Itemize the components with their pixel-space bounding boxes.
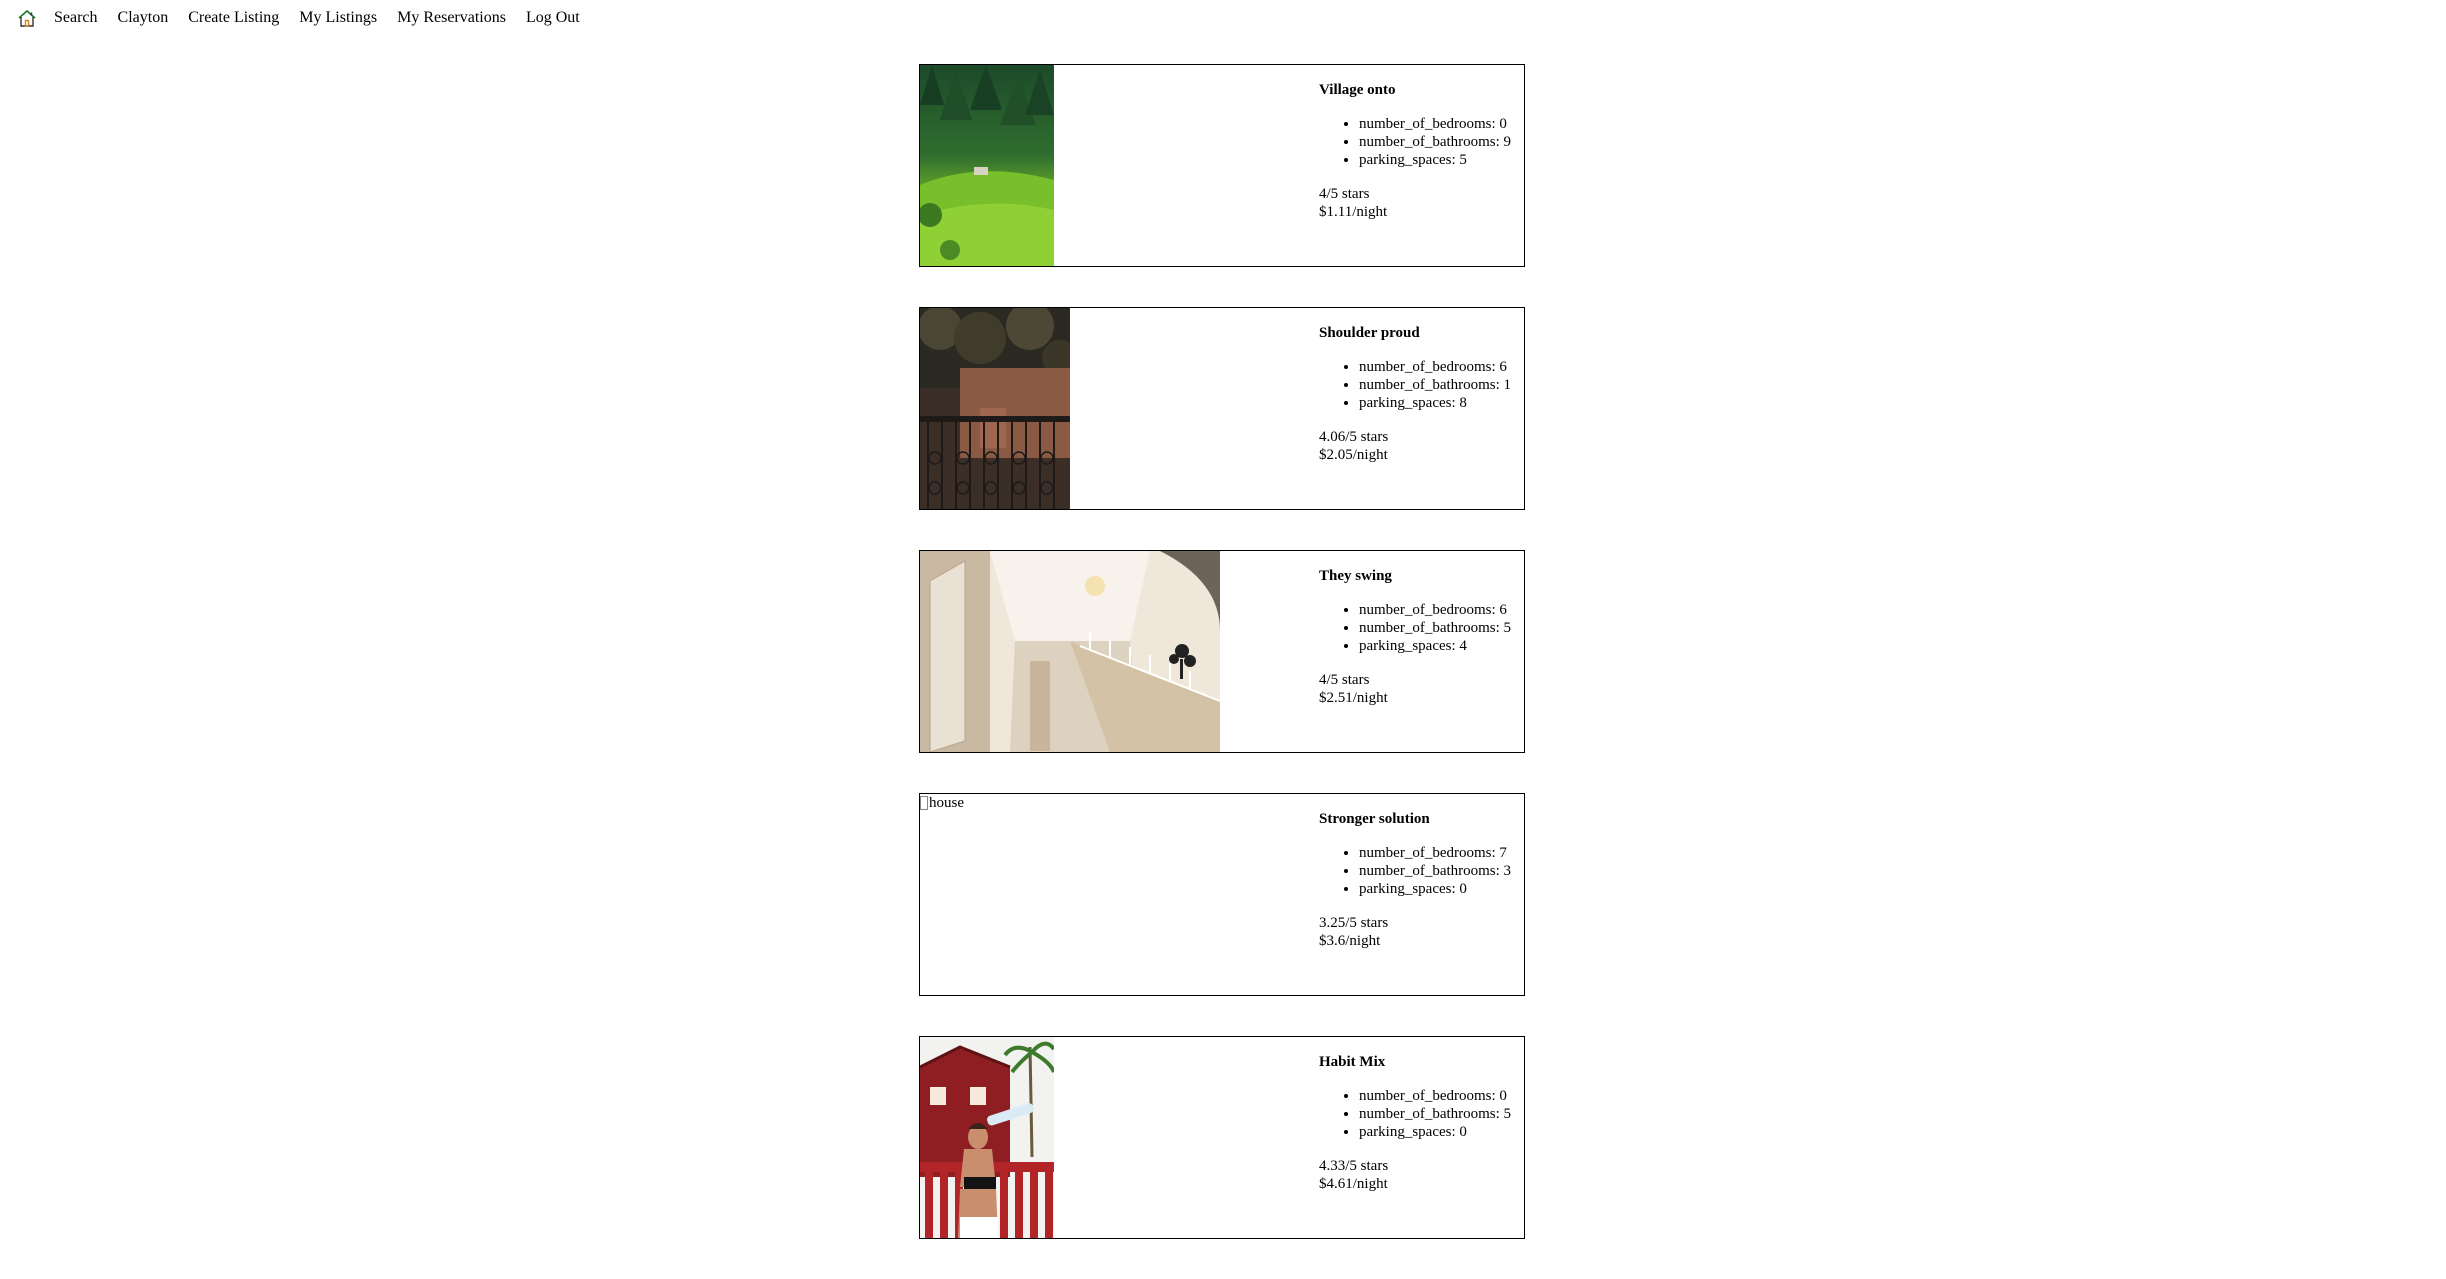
listing-price: $2.51/night (1319, 690, 1388, 706)
listing-bedrooms: number_of_bedrooms: 0 (1359, 1087, 1524, 1105)
listing-card[interactable]: They swing number_of_bedrooms: 6 number_… (919, 550, 1525, 753)
listing-title: Shoulder proud (1319, 325, 1420, 341)
nav-my-listings-link[interactable]: My Listings (299, 9, 377, 27)
listing-parking: parking_spaces: 0 (1359, 880, 1524, 898)
listing-parking: parking_spaces: 0 (1359, 1123, 1524, 1141)
listing-features: number_of_bedrooms: 7 number_of_bathroom… (1319, 844, 1524, 898)
iron-gate-photo (920, 308, 1070, 509)
listing-bathrooms: number_of_bathrooms: 5 (1359, 1105, 1524, 1123)
top-nav: Search Clayton Create Listing My Listing… (0, 0, 2446, 36)
staircase-interior-photo (920, 551, 1220, 752)
listing-info: Village onto number_of_bedrooms: 0 numbe… (1319, 81, 1524, 221)
listing-bathrooms: number_of_bathrooms: 3 (1359, 862, 1524, 880)
listing-card[interactable]: Habit Mix number_of_bedrooms: 0 number_o… (919, 1036, 1525, 1239)
listing-title: Stronger solution (1319, 811, 1430, 827)
listing-card[interactable]: Shoulder proud number_of_bedrooms: 6 num… (919, 307, 1525, 510)
listing-info: Stronger solution number_of_bedrooms: 7 … (1319, 810, 1524, 950)
listing-price: $3.6/night (1319, 933, 1381, 949)
listing-title: They swing (1319, 568, 1392, 584)
listing-card[interactable]: Village onto number_of_bedrooms: 0 numbe… (919, 64, 1525, 267)
listing-info: They swing number_of_bedrooms: 6 number_… (1319, 567, 1524, 707)
broken-image-icon (920, 796, 928, 810)
listing-price: $1.11/night (1319, 204, 1388, 220)
listing-features: number_of_bedrooms: 6 number_of_bathroom… (1319, 601, 1524, 655)
listing-price: $4.61/night (1319, 1176, 1388, 1192)
listing-parking: parking_spaces: 4 (1359, 637, 1524, 655)
listing-bedrooms: number_of_bedrooms: 6 (1359, 358, 1524, 376)
nav-search-link[interactable]: Search (54, 9, 98, 27)
listing-features: number_of_bedrooms: 0 number_of_bathroom… (1319, 1087, 1524, 1141)
listing-rating: 4/5 stars (1319, 672, 1370, 688)
listing-rating: 3.25/5 stars (1319, 915, 1389, 931)
listing-info: Habit Mix number_of_bedrooms: 0 number_o… (1319, 1053, 1524, 1193)
listing-bedrooms: number_of_bedrooms: 6 (1359, 601, 1524, 619)
home-icon[interactable] (16, 7, 38, 29)
listing-features: number_of_bedrooms: 0 number_of_bathroom… (1319, 115, 1524, 169)
listing-bedrooms: number_of_bedrooms: 0 (1359, 115, 1524, 133)
broken-image-alt: house (929, 795, 964, 811)
listing-title: Habit Mix (1319, 1054, 1386, 1070)
listing-rating: 4.06/5 stars (1319, 429, 1389, 445)
listing-bathrooms: number_of_bathrooms: 1 (1359, 376, 1524, 394)
woman-drinking-red-house-photo (920, 1037, 1054, 1238)
listing-title: Village onto (1319, 82, 1396, 98)
listing-bathrooms: number_of_bathrooms: 5 (1359, 619, 1524, 637)
forest-hillside-photo (920, 65, 1054, 266)
nav-my-reservations-link[interactable]: My Reservations (397, 9, 506, 27)
nav-create-listing-link[interactable]: Create Listing (188, 9, 279, 27)
listing-card[interactable]: house Stronger solution number_of_bedroo… (919, 793, 1525, 996)
listing-bathrooms: number_of_bathrooms: 9 (1359, 133, 1524, 151)
listing-rating: 4.33/5 stars (1319, 1158, 1389, 1174)
listing-parking: parking_spaces: 8 (1359, 394, 1524, 412)
nav-log-out-link[interactable]: Log Out (526, 9, 580, 27)
listing-list: Village onto number_of_bedrooms: 0 numbe… (919, 64, 1525, 1279)
listing-rating: 4/5 stars (1319, 186, 1370, 202)
listing-bedrooms: number_of_bedrooms: 7 (1359, 844, 1524, 862)
listing-price: $2.05/night (1319, 447, 1388, 463)
broken-image: house (920, 794, 1070, 995)
listing-parking: parking_spaces: 5 (1359, 151, 1524, 169)
listing-info: Shoulder proud number_of_bedrooms: 6 num… (1319, 324, 1524, 464)
nav-user-link[interactable]: Clayton (118, 9, 169, 27)
listing-features: number_of_bedrooms: 6 number_of_bathroom… (1319, 358, 1524, 412)
